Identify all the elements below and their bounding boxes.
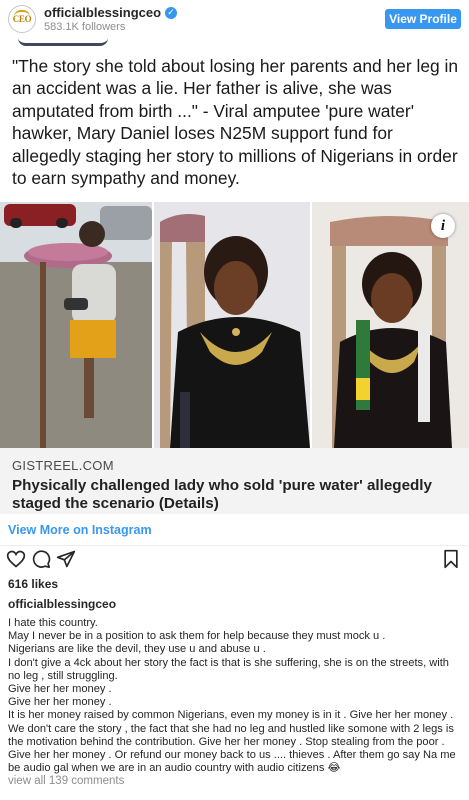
follower-count: 583.1K followers	[44, 21, 126, 33]
link-title: Physically challenged lady who sold 'pur…	[12, 477, 432, 512]
caption-username[interactable]: officialblessingceo	[8, 597, 116, 611]
article-headline: "The story she told about losing her par…	[12, 56, 459, 189]
view-more-on-instagram-link[interactable]: View More on Instagram	[0, 514, 469, 546]
caption-line: May I never be in a position to ask them…	[8, 630, 386, 643]
comment-bubble-icon[interactable]	[31, 549, 51, 569]
photo-collage	[0, 202, 469, 448]
link-preview-card[interactable]: GISTREEL.COM Physically challenged lady …	[0, 448, 469, 514]
post-header: CEO officialblessingceo ✓ 583.1K followe…	[0, 0, 469, 38]
article-photo: i	[0, 202, 469, 448]
caption-line: Give her her money .	[8, 683, 112, 696]
profile-info: officialblessingceo ✓ 583.1K followers	[44, 5, 178, 33]
like-count[interactable]: 616 likes	[8, 577, 58, 591]
caption-line: Give her her money .	[8, 696, 112, 709]
paper-plane-icon[interactable]	[56, 549, 76, 569]
avatar-logo-text: CEO	[12, 14, 32, 24]
avatar[interactable]: CEO	[8, 5, 36, 33]
bookmark-icon[interactable]	[441, 549, 461, 569]
action-bar	[6, 549, 463, 573]
caption-text: I hate this country. May I never be in a…	[8, 617, 463, 775]
cropped-graphic	[18, 38, 108, 46]
view-profile-button[interactable]: View Profile	[385, 9, 461, 29]
link-domain: GISTREEL.COM	[12, 458, 114, 473]
username[interactable]: officialblessingceo	[44, 5, 161, 20]
verified-badge-icon: ✓	[165, 6, 178, 19]
caption-line: I hate this country.	[8, 617, 98, 629]
info-icon[interactable]: i	[431, 214, 455, 238]
post-media[interactable]: "The story she told about losing her par…	[0, 38, 469, 514]
caption-line: It is her money raised by common Nigeria…	[8, 709, 456, 775]
caption-line: Nigerians are like the devil, they use u…	[8, 643, 266, 656]
view-all-comments-link[interactable]: view all 139 comments	[8, 775, 124, 787]
heart-icon[interactable]	[6, 549, 26, 569]
username-row: officialblessingceo ✓	[44, 5, 178, 20]
caption-line: I don't give a 4ck about her story the f…	[8, 656, 449, 682]
